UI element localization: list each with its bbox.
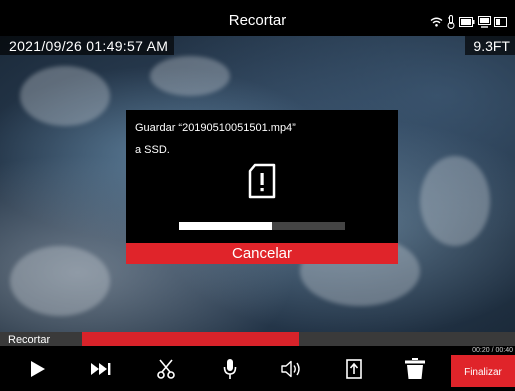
dialog-message-line2: a SSD. [135,144,170,156]
save-progress-fill [179,222,272,230]
file-alert-icon [247,163,277,204]
video-texture [150,56,230,96]
audio-button[interactable] [272,355,312,387]
distance-overlay: 9.3FT [465,36,515,55]
thermometer-icon [446,15,456,29]
dialog-message-line1: Guardar “20190510051501.mp4” [135,122,296,134]
export-button[interactable] [334,355,374,387]
video-texture [20,66,110,126]
microphone-icon [223,358,237,385]
trim-label: Recortar [0,332,82,346]
trim-timeline[interactable] [82,332,515,346]
next-frame-button[interactable] [81,355,121,387]
video-texture [420,156,490,246]
video-texture [10,246,110,316]
card-icon [494,17,507,27]
trim-progress-fill [82,332,299,346]
delete-button[interactable] [395,355,435,387]
save-progress-bar [179,222,345,230]
top-bar: Recortar [0,0,515,36]
speaker-icon [281,360,303,383]
trash-icon [405,357,425,385]
export-icon [346,358,362,384]
cancel-button[interactable]: Cancelar [126,243,398,264]
status-icons [430,14,507,30]
play-icon [30,360,46,383]
save-dialog: Guardar “20190510051501.mp4” a SSD. Canc… [126,110,398,264]
storage-icon [478,16,491,28]
bottom-toolbar [0,355,515,387]
scissors-icon [157,358,175,384]
wifi-icon [430,17,443,27]
finalize-button[interactable]: Finalizar [451,355,515,387]
time-readout: 00:20 / 00:40 [472,347,513,354]
battery-icon [459,17,475,27]
trim-button[interactable] [146,355,186,387]
next-frame-icon [90,362,112,381]
timestamp-overlay: 2021/09/26 01:49:57 AM [0,36,175,55]
voice-record-button[interactable] [210,355,250,387]
play-button[interactable] [18,355,58,387]
